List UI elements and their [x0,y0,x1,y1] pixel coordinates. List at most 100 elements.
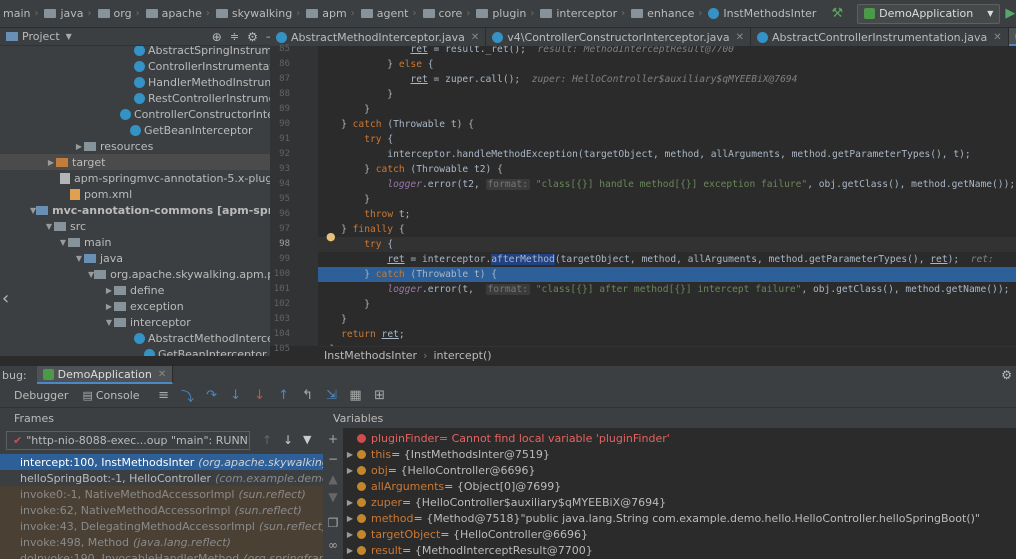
show-execution-point-icon[interactable]: ⤵ [180,388,196,405]
variable-row[interactable]: ▶ result = {MethodInterceptResult@7700} [343,542,593,558]
frame-down-icon[interactable]: ↓ [283,433,293,447]
editor-tab[interactable]: InstMethodsInter.java✕ [1008,28,1016,46]
evaluate-icon[interactable]: ▦ [348,388,364,404]
expand-arrow-icon[interactable]: ▶ [343,498,357,507]
tree-arrow-icon[interactable]: ▶ [104,286,114,295]
tree-item[interactable]: ▼ interceptor [0,314,270,330]
breadcrumb-item[interactable]: main › [0,7,41,20]
editor-tab[interactable]: v4\ControllerConstructorInterceptor.java… [486,28,752,46]
breadcrumb-item[interactable]: org › [95,7,143,20]
breadcrumb-class[interactable]: InstMethodsInter [324,349,417,362]
expand-arrow-icon[interactable]: ▶ [343,530,357,539]
chevron-down-icon[interactable]: ▼ [66,32,72,41]
breadcrumb-item[interactable]: enhance › [628,7,705,20]
tree-arrow-icon[interactable]: ▼ [44,222,54,231]
copy-icon[interactable]: ❐ [325,516,341,530]
breadcrumb-item[interactable]: core › [420,7,474,20]
hammer-icon[interactable]: ⚒ [831,6,843,22]
tree-item[interactable]: GetBeanInterceptor [0,346,270,356]
breadcrumb-item[interactable]: InstMethodsInter [705,7,819,20]
breadcrumb-method[interactable]: intercept() [433,349,491,362]
editor-tab[interactable]: AbstractMethodInterceptor.java ✕ [270,28,487,46]
tree-item[interactable]: ▼ main [0,234,270,250]
breadcrumb-item[interactable]: skywalking › [213,7,303,20]
tree-item[interactable]: GetBeanInterceptor [0,122,270,138]
expand-arrow-icon[interactable]: ▶ [343,514,357,523]
editor-tab[interactable]: AbstractControllerInstrumentation.java ✕ [751,28,1009,46]
tree-item[interactable]: ControllerInstrumentatio [0,58,270,74]
tree-item[interactable]: HandlerMethodInstrum [0,74,270,90]
variable-row[interactable]: ▶ obj = {HelloController@6696} [343,462,536,478]
move-down-icon[interactable]: ▼ [325,490,341,504]
add-watch-icon[interactable]: + [325,432,341,446]
collapse-icon[interactable]: ≑ [230,30,239,43]
frame-row[interactable]: invoke0:-1, NativeMethodAccessorImpl (sun… [0,486,323,502]
variable-row[interactable]: ▶ targetObject = {HelloController@6696} [343,526,588,542]
breadcrumb-item[interactable]: agent › [358,7,420,20]
code-editor[interactable]: ret = result._ret(); result: MethodInter… [318,46,1016,346]
variable-row[interactable]: ▶ zuper = {HelloController$auxiliary$qMYE… [343,494,666,510]
move-up-icon[interactable]: ▲ [325,472,341,486]
close-icon[interactable]: ✕ [736,32,744,43]
breadcrumb-item[interactable]: plugin › [473,7,537,20]
glasses-icon[interactable]: ∞ [325,538,341,552]
tree-arrow-icon[interactable]: ▼ [58,238,68,247]
expand-arrow-icon[interactable]: ▶ [343,546,357,555]
tree-item[interactable]: AbstractSpringInstrum [0,46,270,58]
filter-icon[interactable]: ▼ [303,433,311,446]
close-icon[interactable]: ✕ [471,32,479,43]
tab-console[interactable]: Console [96,389,140,402]
settings-icon[interactable]: ⚙ [1001,368,1012,382]
project-title[interactable]: Project [22,30,60,43]
force-step-into-icon[interactable]: ↓ [252,388,268,404]
bulb-icon[interactable]: ● [326,230,336,243]
target-icon[interactable]: ⊕ [212,30,222,44]
tree-item[interactable]: ▼ org.apache.skywalking.apm.pl [0,266,270,282]
debug-config-tab[interactable]: DemoApplication ✕ [36,366,174,384]
tab-debugger[interactable]: Debugger [0,389,82,402]
frame-row[interactable]: helloSpringBoot:-1, HelloController (com.… [0,470,323,486]
breadcrumb-item[interactable]: apm › [303,7,357,20]
tree-arrow-icon[interactable]: ▼ [104,318,114,327]
variable-row[interactable]: ▶ this = {InstMethodsInter@7519} [343,446,550,462]
collapse-left-icon[interactable]: ‹ [2,288,9,309]
tree-item[interactable]: ▶ resources [0,138,270,154]
tree-item[interactable]: ▼mvc-annotation-commons [apm-springmv [0,202,270,218]
frame-row[interactable]: doInvoke:190, InvocableHandlerMethod (org… [0,550,323,559]
tree-item[interactable]: ControllerConstructorInter [0,106,270,122]
run-to-cursor-icon[interactable]: ⇲ [324,388,340,404]
tree-item[interactable]: ▼ java [0,250,270,266]
breadcrumb-item[interactable]: java › [41,7,94,20]
thread-selector[interactable]: ✔ "http-nio-8088-exec...oup "main": RUNN… [6,431,250,450]
gear-icon[interactable]: ⚙ [247,30,258,44]
frame-row[interactable]: invoke:498, Method (java.lang.reflect) [0,534,323,550]
frame-up-icon[interactable]: ↑ [262,433,272,447]
tree-arrow-icon[interactable]: ▶ [104,302,114,311]
tree-item[interactable]: ▼ src [0,218,270,234]
frame-row[interactable]: invoke:62, NativeMethodAccessorImpl (sun.… [0,502,323,518]
close-icon[interactable]: ✕ [993,32,1001,43]
step-over-icon[interactable]: ↷ [204,388,220,404]
variable-row[interactable]: allArguments = {Object[0]@7699} [343,478,561,494]
tree-item[interactable]: ▶ define [0,282,270,298]
tree-item[interactable]: RestControllerInstrumer [0,90,270,106]
tree-item[interactable]: pom.xml [0,186,270,202]
expand-arrow-icon[interactable]: ▶ [343,466,357,475]
remove-watch-icon[interactable]: − [325,452,341,466]
tree-item[interactable]: apm-springmvc-annotation-5.x-plugin.im [0,170,270,186]
variable-row[interactable]: ▶ method = {Method@7518} "public java.lan… [343,510,980,526]
step-into-icon[interactable]: ↓ [228,388,244,404]
tree-item[interactable]: ▶ exception [0,298,270,314]
tree-arrow-icon[interactable]: ▶ [74,142,84,151]
close-icon[interactable]: ✕ [158,369,166,380]
tree-arrow-icon[interactable]: ▼ [74,254,84,263]
tree-item[interactable]: ▶ target [0,154,270,170]
expand-arrow-icon[interactable]: ▶ [343,450,357,459]
tree-item[interactable]: AbstractMethodIntercep [0,330,270,346]
breadcrumb-item[interactable]: interceptor › [537,7,628,20]
frame-row[interactable]: invoke:43, DelegatingMethodAccessorImpl(… [0,518,323,534]
menu-icon[interactable]: ≡ [156,388,172,404]
breadcrumb-item[interactable]: apache › [143,7,213,20]
run-config-select[interactable]: DemoApplication ▼ [857,3,1001,24]
trace-icon[interactable]: ⊞ [372,388,388,404]
